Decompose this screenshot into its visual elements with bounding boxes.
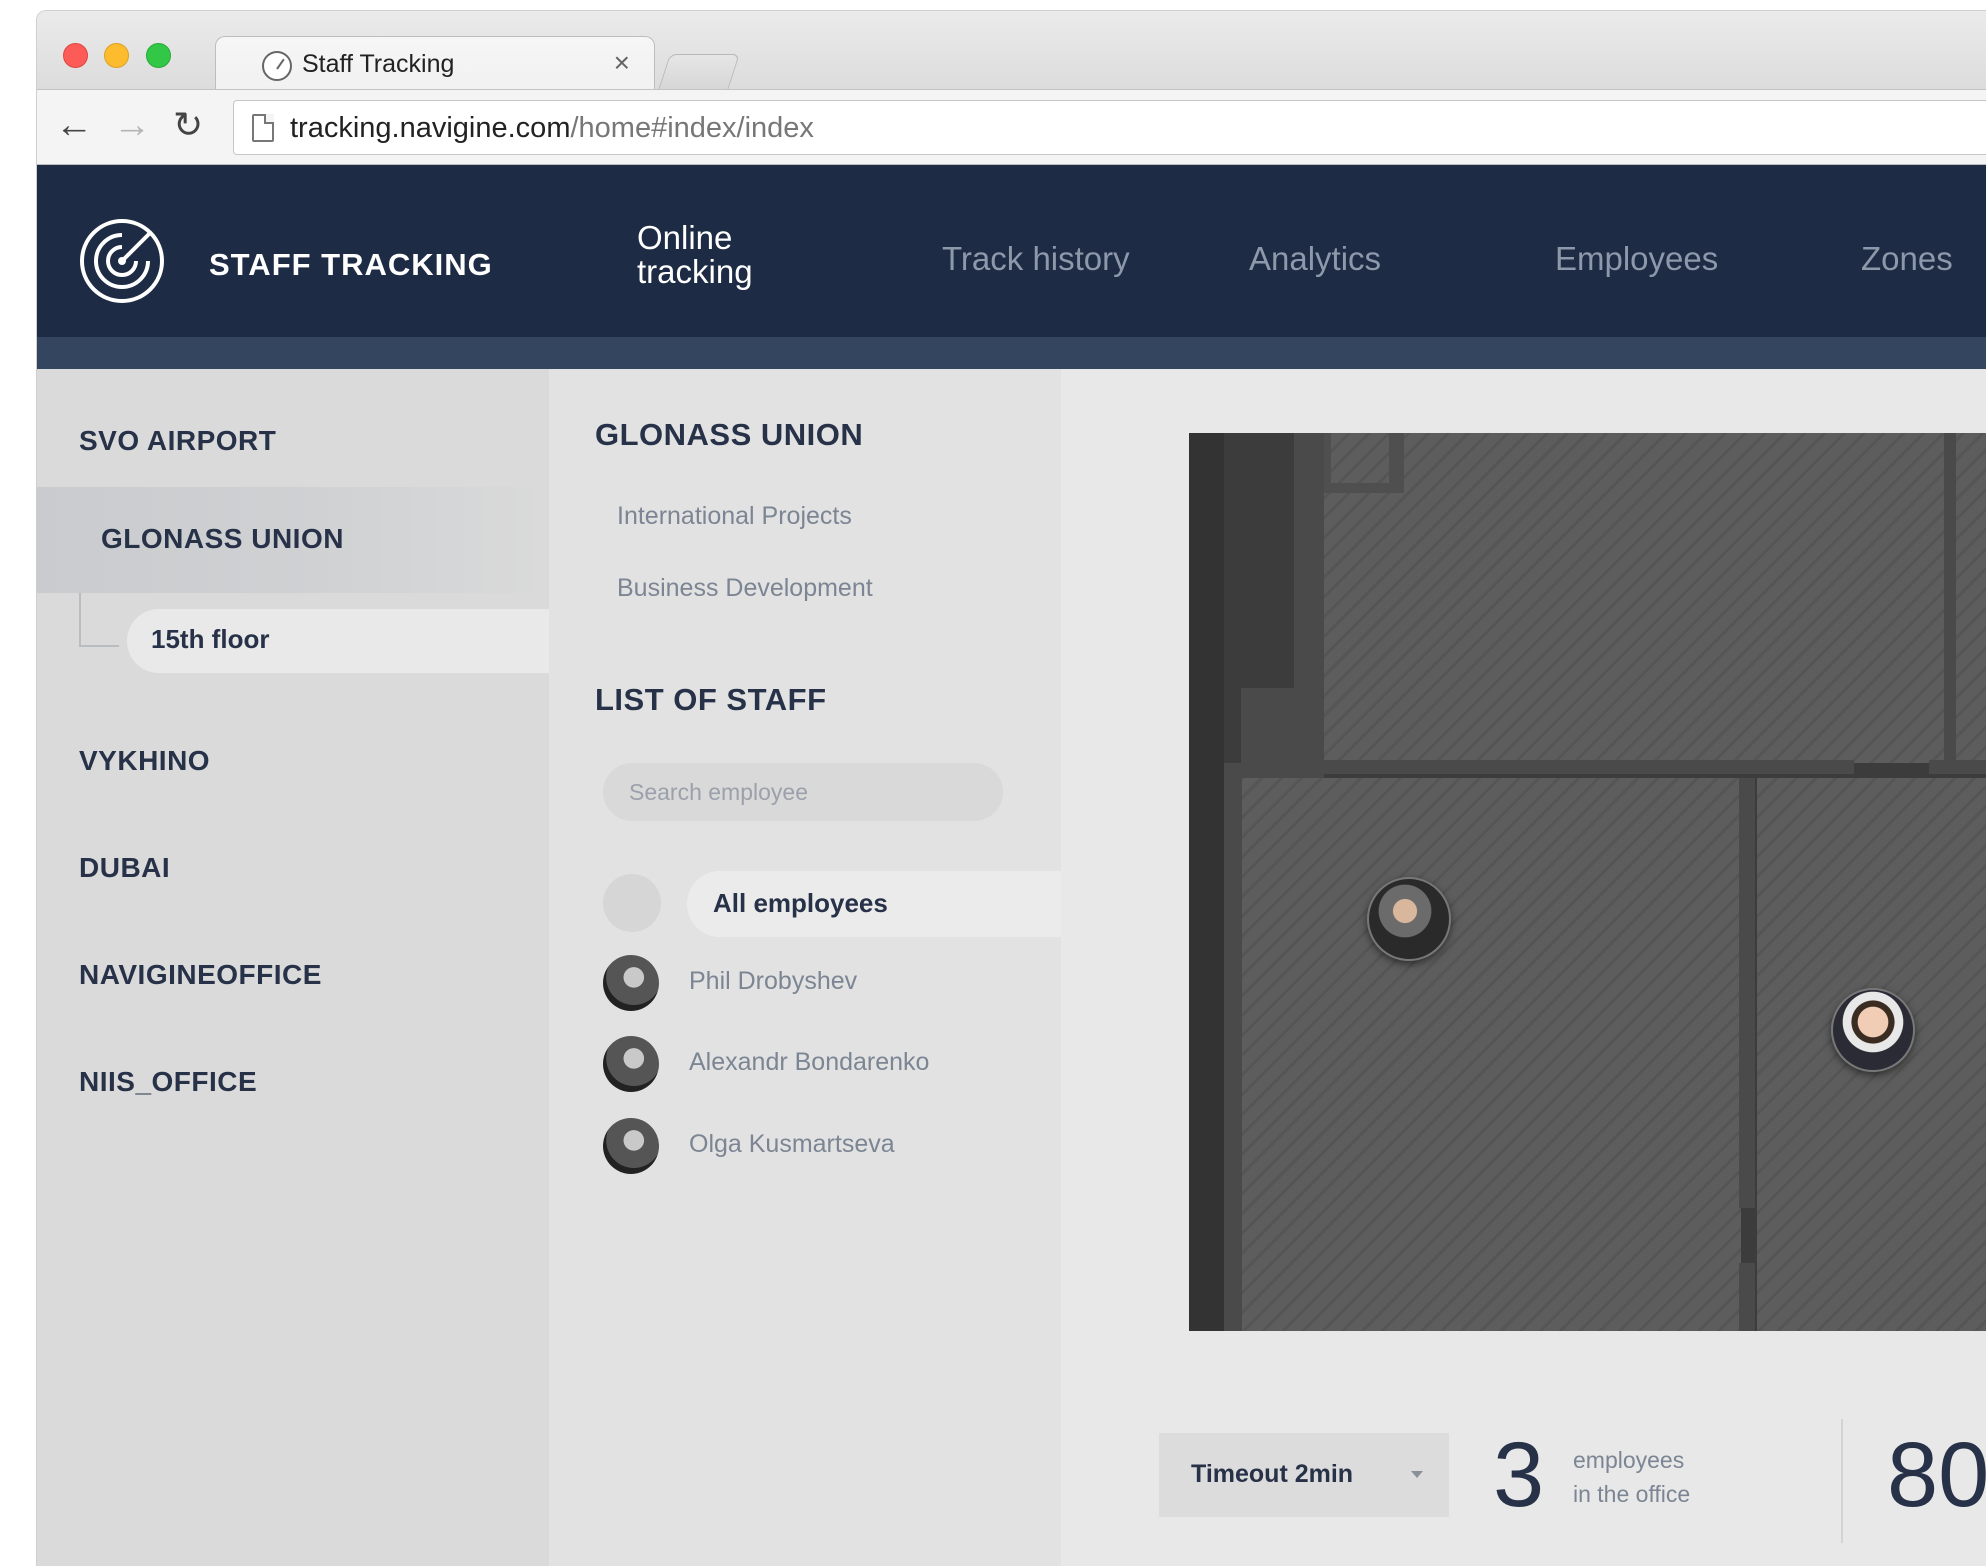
floor-15th[interactable]: 15th floor	[151, 624, 269, 655]
stats-divider	[1841, 1419, 1843, 1543]
employee-name: Alexandr Bondarenko	[689, 1048, 930, 1076]
employees-count: 3	[1493, 1424, 1545, 1526]
back-arrow-icon[interactable]: ←	[55, 104, 93, 147]
browser-toolbar: ← → ↻ tracking.navigine.com/home#index/i…	[37, 89, 1986, 165]
employee-map-marker[interactable]	[1831, 988, 1915, 1072]
header-sub-bar	[37, 337, 1986, 369]
location-niis-office[interactable]: NIIS_OFFICE	[79, 1066, 257, 1098]
app-header: STAFF TRACKING Online tracking Track his…	[37, 165, 1986, 337]
brand-title: STAFF TRACKING	[209, 247, 493, 282]
nav-zones[interactable]: Zones	[1861, 240, 1953, 278]
staff-list-title: LIST OF STAFF	[595, 682, 827, 717]
location-svo-airport[interactable]: SVO AIRPORT	[79, 425, 276, 457]
minimize-window-button[interactable]	[104, 43, 129, 68]
avatar	[603, 1118, 659, 1174]
location-navigineoffice[interactable]: NAVIGINEOFFICE	[79, 959, 322, 991]
department-international-projects[interactable]: International Projects	[617, 502, 852, 531]
employee-list-item[interactable]: Olga Kusmartseva	[603, 1116, 1043, 1176]
radar-favicon-icon	[262, 51, 292, 81]
location-vykhino[interactable]: VYKHINO	[79, 745, 210, 777]
tab-close-icon[interactable]: ×	[614, 47, 630, 79]
employee-list-item[interactable]: Phil Drobyshev	[603, 953, 1043, 1013]
timeout-dropdown[interactable]: Timeout 2min	[1159, 1433, 1449, 1517]
reload-icon[interactable]: ↻	[173, 104, 203, 146]
staff-panel: GLONASS UNION International Projects Bus…	[549, 369, 1061, 1566]
avatar	[603, 955, 659, 1011]
locations-sidebar: SVO AIRPORT GLONASS UNION 15th floor VYK…	[37, 369, 549, 1566]
building-title: GLONASS UNION	[595, 417, 864, 452]
search-employee-input[interactable]	[603, 763, 1003, 821]
nav-employees[interactable]: Employees	[1555, 240, 1718, 278]
all-employees-avatar	[603, 874, 661, 932]
nav-online-line2: tracking	[637, 253, 753, 290]
department-business-development[interactable]: Business Development	[617, 574, 873, 603]
chevron-down-icon	[1411, 1471, 1423, 1478]
browser-window: Staff Tracking × ← → ↻ tracking.navigine…	[36, 10, 1986, 1566]
nav-track-history[interactable]: Track history	[942, 240, 1130, 278]
radar-icon[interactable]	[79, 218, 165, 304]
maximize-window-button[interactable]	[146, 43, 171, 68]
tab-strip: Staff Tracking ×	[37, 11, 1986, 90]
floor-plan-map[interactable]	[1189, 433, 1986, 1331]
location-dubai[interactable]: DUBAI	[79, 852, 170, 884]
forward-arrow-icon[interactable]: →	[113, 104, 151, 147]
tab-title: Staff Tracking	[302, 50, 455, 78]
nav-analytics[interactable]: Analytics	[1249, 240, 1381, 278]
new-tab-button[interactable]	[658, 54, 740, 90]
all-employees-item[interactable]: All employees	[713, 888, 888, 919]
nav-online-line1: Online	[637, 219, 733, 256]
tree-connector	[79, 593, 119, 647]
employee-list-item[interactable]: Alexandr Bondarenko	[603, 1034, 1043, 1094]
floor-plan	[1189, 433, 1986, 1331]
employee-name: Phil Drobyshev	[689, 967, 858, 995]
timeout-label: Timeout 2min	[1191, 1460, 1354, 1488]
location-glonass-union[interactable]: GLONASS UNION	[101, 523, 344, 555]
close-window-button[interactable]	[63, 43, 88, 68]
avatar	[603, 1036, 659, 1092]
map-content: Timeout 2min 3 employees in the office 8…	[1061, 369, 1986, 1566]
employees-count-caption: employees in the office	[1573, 1447, 1691, 1507]
employee-name: Olga Kusmartseva	[689, 1130, 895, 1158]
employee-map-marker[interactable]	[1367, 877, 1451, 961]
nav-online-tracking[interactable]: Online tracking	[637, 221, 753, 289]
browser-tab[interactable]: Staff Tracking ×	[215, 36, 655, 90]
address-bar[interactable]: tracking.navigine.com/home#index/index	[233, 100, 1986, 155]
url-text[interactable]: tracking.navigine.com/home#index/index	[290, 112, 814, 145]
second-stat-value: 80	[1887, 1424, 1986, 1526]
page-icon	[252, 114, 274, 142]
